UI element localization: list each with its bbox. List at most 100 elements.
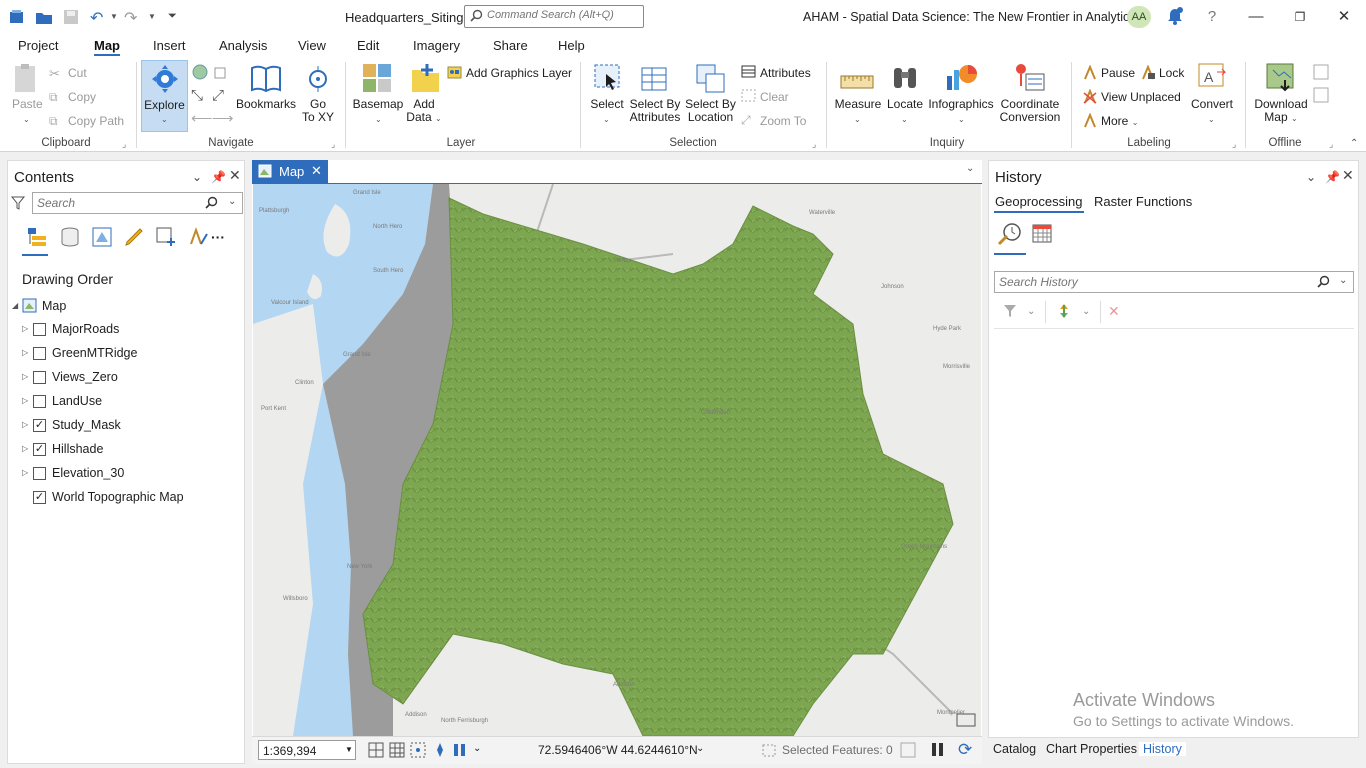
tab-project[interactable]: Project [18, 38, 58, 53]
collapse-ribbon-icon[interactable]: ⌃ [1350, 138, 1358, 149]
convert-button[interactable]: Convert [1188, 98, 1236, 111]
pause-button[interactable]: Pause [1101, 66, 1135, 80]
select-by-attributes-button[interactable]: Select By Attributes [626, 98, 684, 124]
list-by-data-source-icon[interactable] [59, 226, 81, 251]
geoprocessing-history-icon[interactable] [997, 221, 1023, 250]
sort-icon[interactable] [1057, 303, 1071, 322]
redo-dropdown-icon[interactable]: ▼ [148, 12, 166, 30]
layer-visibility-checkbox[interactable] [33, 371, 46, 384]
snapping-icon[interactable] [410, 742, 426, 761]
close-window-icon[interactable]: ✕ [1333, 6, 1355, 28]
auto-hide-pin-icon[interactable]: 📌 [1325, 170, 1340, 184]
expand-icon[interactable]: ▷ [22, 420, 28, 429]
offline-launcher-icon[interactable]: ⌟ [1329, 139, 1333, 150]
zoom-in-fixed-icon[interactable]: ⤡ [191, 87, 203, 104]
close-pane-icon[interactable]: ✕ [229, 167, 241, 184]
clear-history-icon[interactable]: ✕ [1108, 303, 1120, 320]
open-folder-icon[interactable] [35, 8, 53, 26]
close-pane-icon[interactable]: ✕ [1342, 167, 1354, 184]
list-by-editing-icon[interactable] [123, 226, 145, 251]
go-to-xy-button[interactable]: Go To XY [298, 98, 338, 124]
tab-imagery[interactable]: Imagery [413, 38, 460, 53]
full-extent-icon[interactable] [192, 64, 208, 83]
copy-button[interactable]: Copy [68, 90, 96, 104]
clear-button[interactable]: Clear [760, 90, 789, 104]
save-icon[interactable] [62, 8, 80, 26]
tab-geoprocessing[interactable]: Geoprocessing [995, 194, 1082, 209]
customize-quick-access-icon[interactable]: ⏷ [168, 10, 186, 28]
scale-selector[interactable]: 1:369,394 ▼ [258, 740, 356, 760]
notification-bell-icon[interactable] [1166, 6, 1184, 29]
coordinate-format-chevron-icon[interactable]: ⌄ [696, 743, 704, 754]
zoom-to-button[interactable]: Zoom To [760, 114, 806, 128]
contents-search-input[interactable] [37, 196, 187, 210]
add-graphics-layer-button[interactable]: Add Graphics Layer [466, 66, 572, 80]
paste-button[interactable]: Paste [12, 98, 43, 111]
contents-search[interactable]: ⌄ [32, 192, 243, 214]
infographics-dropdown-icon[interactable]: ⌄ [958, 115, 965, 124]
explore-button[interactable]: Explore ⌄ [141, 60, 188, 132]
infographics-button[interactable]: Infographics [926, 98, 996, 111]
measure-button[interactable]: Measure [832, 98, 884, 111]
zoom-out-fixed-icon[interactable]: ⤢ [212, 87, 224, 104]
grid-icon[interactable] [368, 742, 384, 761]
map-canvas[interactable]: Plattsburgh Grand Isle Valcour Island So… [253, 184, 981, 736]
history-search[interactable]: ⌄ [994, 271, 1354, 293]
copy-path-button[interactable]: Copy Path [68, 114, 124, 128]
next-extent-icon[interactable]: ⟶ [212, 109, 234, 127]
expand-icon[interactable]: ▷ [22, 324, 28, 333]
tab-map[interactable]: Map [94, 38, 120, 56]
filter-chevron-icon[interactable]: ⌄ [1027, 306, 1035, 317]
pane-options-icon[interactable]: ⌄ [192, 170, 202, 184]
navigator-icon[interactable] [432, 742, 448, 761]
calendar-icon[interactable] [1031, 222, 1053, 247]
expand-icon[interactable]: ▷ [22, 468, 28, 477]
refresh-icon[interactable]: ⟳ [958, 740, 972, 760]
tab-view[interactable]: View [298, 38, 326, 53]
tab-chart-properties[interactable]: Chart Properties [1046, 742, 1137, 756]
select-button[interactable]: Select [586, 98, 628, 111]
more-options-icon[interactable]: ··· [211, 229, 225, 245]
tab-help[interactable]: Help [558, 38, 585, 53]
coordinate-conversion-button[interactable]: Coordinate Conversion [996, 98, 1064, 124]
selection-launcher-icon[interactable]: ⌟ [812, 139, 816, 150]
list-by-snapping-icon[interactable] [155, 226, 177, 251]
redo-icon[interactable]: ↷ [124, 8, 142, 27]
pause-drawing-button[interactable] [930, 741, 946, 760]
tab-analysis[interactable]: Analysis [219, 38, 267, 53]
download-map-button[interactable]: Download Map ⌄ [1252, 98, 1310, 125]
tab-share[interactable]: Share [493, 38, 528, 53]
minimize-icon[interactable]: — [1245, 6, 1267, 28]
search-options-chevron-icon[interactable]: ⌄ [1339, 275, 1347, 286]
search-options-chevron-icon[interactable]: ⌄ [228, 196, 236, 207]
command-search-input[interactable] [487, 9, 637, 21]
basemap-button[interactable]: Basemap [350, 98, 406, 111]
layer-visibility-checkbox[interactable] [33, 323, 46, 336]
lock-button[interactable]: Lock [1159, 66, 1184, 80]
locate-dropdown-icon[interactable]: ⌄ [901, 115, 908, 124]
table-grid-icon[interactable] [389, 742, 405, 761]
fixed-zoom-icon[interactable] [213, 64, 229, 83]
pause-drawing-icon[interactable] [452, 742, 468, 761]
close-map-tab-icon[interactable]: ✕ [311, 163, 322, 179]
auto-hide-pin-icon[interactable]: 📌 [211, 170, 226, 184]
remove-offline-icon[interactable] [1313, 87, 1329, 106]
tab-catalog[interactable]: Catalog [993, 742, 1036, 756]
filter-icon[interactable] [1003, 304, 1017, 321]
tab-raster-functions[interactable]: Raster Functions [1094, 194, 1192, 209]
status-chevron-icon[interactable]: ⌄ [473, 743, 481, 754]
convert-dropdown-icon[interactable]: ⌄ [1208, 115, 1215, 124]
tab-insert[interactable]: Insert [153, 38, 186, 53]
explore-dropdown-icon[interactable]: ⌄ [161, 115, 168, 124]
view-unplaced-button[interactable]: View Unplaced [1101, 90, 1181, 104]
filter-icon[interactable] [10, 196, 26, 213]
view-list-chevron-icon[interactable]: ⌄ [966, 163, 974, 174]
layer-visibility-checkbox[interactable]: ✓ [33, 491, 46, 504]
list-by-labeling-icon[interactable] [187, 226, 209, 251]
layer-visibility-checkbox[interactable]: ✓ [33, 443, 46, 456]
history-search-input[interactable] [999, 275, 1299, 289]
basemap-dropdown-icon[interactable]: ⌄ [375, 115, 382, 124]
search-icon[interactable] [205, 196, 218, 212]
locate-button[interactable]: Locate [884, 98, 926, 111]
undo-icon[interactable]: ↶ [90, 8, 108, 27]
